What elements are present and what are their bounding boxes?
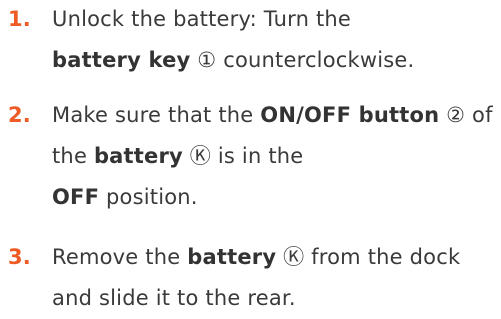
instruction-steps: 1. Unlock the battery: Turn the battery … — [0, 0, 501, 319]
step-1-text: Unlock the battery: Turn the battery key… — [52, 7, 414, 72]
step-1-text-part: Unlock the battery: Turn the — [52, 7, 352, 31]
step-3: 3. Remove the battery Ⓚ from the dock an… — [0, 237, 501, 319]
on-off-button-label: ON/OFF button — [260, 103, 440, 127]
battery-label: battery — [93, 144, 183, 168]
off-position-label: OFF — [52, 185, 100, 209]
step-1-number: 1. — [8, 7, 31, 31]
step-3-text: Remove the battery Ⓚ from the dock and s… — [52, 245, 460, 310]
step-2-text-part: position. — [99, 185, 198, 209]
step-2-text-part: Make sure that the — [52, 103, 261, 127]
step-2-text: Make sure that the ON/OFF button ② of th… — [52, 103, 493, 209]
battery-key-label: battery key — [52, 48, 191, 72]
battery-label: battery — [187, 245, 277, 269]
step-3-number: 3. — [8, 245, 31, 269]
step-2-number: 2. — [8, 103, 31, 127]
step-1: 1. Unlock the battery: Turn the battery … — [0, 0, 501, 81]
step-1-text-part: ① counterclockwise. — [190, 48, 415, 72]
step-3-text-part: Remove the — [52, 245, 188, 269]
step-2: 2. Make sure that the ON/OFF button ② of… — [0, 95, 501, 218]
step-2-text-part: Ⓚ is in the — [182, 144, 304, 168]
